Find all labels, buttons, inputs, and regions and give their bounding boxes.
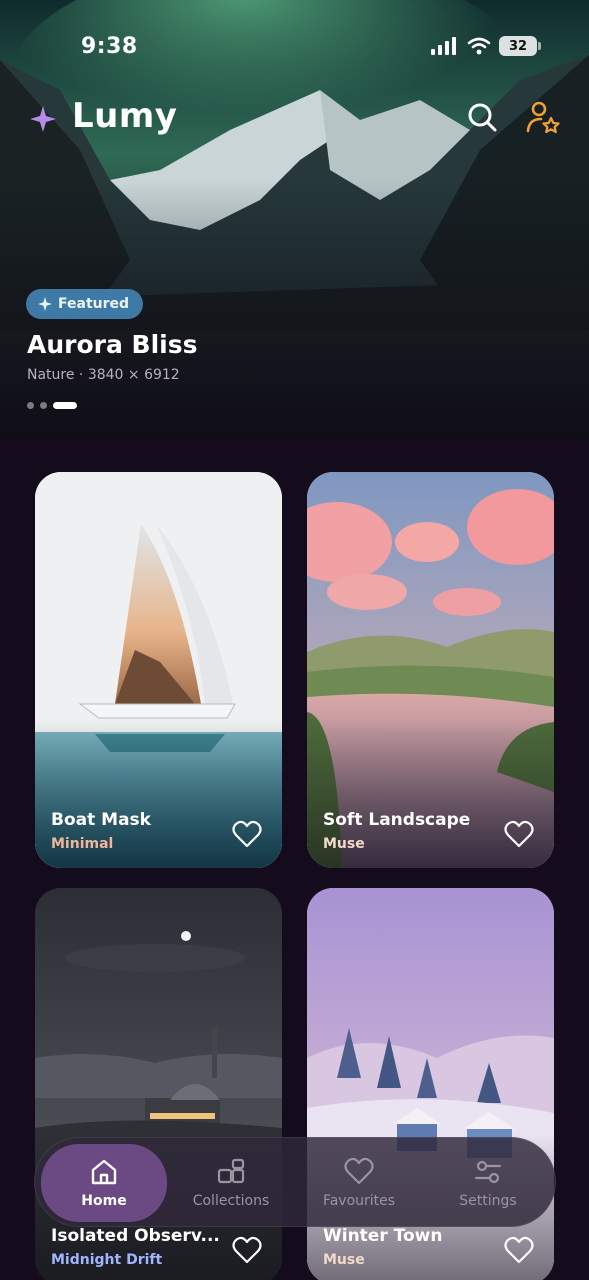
nav-label: Home — [81, 1193, 127, 1209]
nav-label: Collections — [192, 1193, 270, 1209]
nav-item-collections[interactable]: Collections — [168, 1144, 294, 1222]
nav-label: Settings — [459, 1193, 517, 1209]
featured-badge-label: Featured — [58, 296, 130, 312]
user-star-icon[interactable] — [525, 99, 561, 135]
card-title: Winter Town — [323, 1226, 443, 1246]
card-category: Muse — [323, 836, 365, 852]
battery-indicator: 32 — [499, 36, 541, 56]
wallpaper-card[interactable]: Soft Landscape Muse — [307, 472, 554, 868]
sliders-icon — [474, 1160, 502, 1184]
featured-badge: Featured — [26, 289, 144, 319]
card-category: Muse — [323, 1252, 365, 1268]
heart-icon[interactable] — [504, 820, 534, 848]
nav-label: Favourites — [322, 1193, 396, 1209]
collections-icon — [217, 1158, 245, 1184]
wallpaper-card[interactable]: Boat Mask Minimal — [35, 472, 282, 868]
heart-icon[interactable] — [232, 1236, 262, 1264]
featured-hero[interactable]: 9:38 32 Lumy Featured Aurora Bliss Natur… — [0, 0, 589, 436]
nav-item-home[interactable]: Home — [41, 1144, 167, 1222]
nav-item-settings[interactable]: Settings — [425, 1144, 551, 1222]
home-icon — [91, 1159, 117, 1185]
pagination-dot[interactable] — [40, 402, 47, 409]
card-title: Boat Mask — [51, 810, 151, 830]
heart-icon[interactable] — [504, 1236, 534, 1264]
bottom-navigation: Home Collections Favourites Settings — [34, 1137, 556, 1227]
sparkle-small-icon — [38, 297, 52, 311]
status-bar: 9:38 32 — [0, 30, 589, 66]
pagination-dot[interactable] — [27, 402, 34, 409]
nav-item-favourites[interactable]: Favourites — [296, 1144, 422, 1222]
heart-icon — [344, 1157, 374, 1185]
card-title: Isolated Observ... — [51, 1226, 220, 1246]
status-icons: 32 — [431, 36, 541, 56]
app-header: Lumy — [28, 96, 563, 142]
signal-icon — [431, 37, 456, 55]
featured-title: Aurora Bliss — [27, 330, 198, 359]
card-category: Midnight Drift — [51, 1252, 163, 1268]
app-title: Lumy — [72, 96, 178, 136]
pagination-dot-active[interactable] — [53, 402, 77, 409]
card-title: Soft Landscape — [323, 810, 471, 830]
heart-icon[interactable] — [232, 820, 262, 848]
carousel-pagination[interactable] — [27, 402, 77, 409]
sparkle-icon — [30, 106, 56, 132]
featured-subtitle: Nature · 3840 × 6912 — [27, 367, 180, 383]
wifi-icon — [467, 37, 491, 55]
card-category: Minimal — [51, 836, 114, 852]
search-icon[interactable] — [466, 101, 498, 133]
status-time: 9:38 — [81, 34, 138, 59]
